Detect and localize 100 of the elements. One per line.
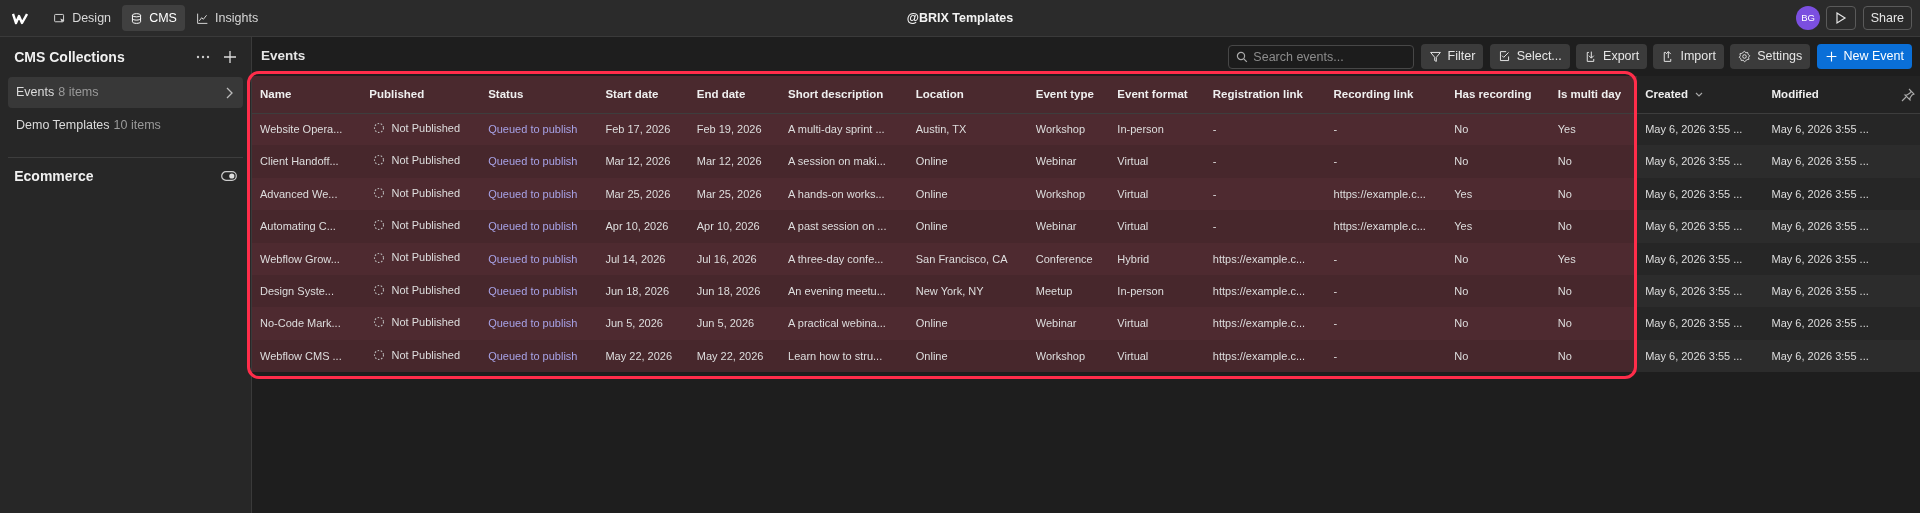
column-header[interactable]: End date <box>688 76 781 113</box>
column-header[interactable]: Recording link <box>1325 76 1447 113</box>
toolbar-button[interactable]: Filter <box>1420 44 1484 69</box>
table-cell-text: Not Published <box>391 315 461 331</box>
status-text: Queued to publish <box>488 252 578 265</box>
table-cell: Virtual <box>1109 177 1205 211</box>
status-text: Queued to publish <box>488 317 578 330</box>
column-header[interactable]: Is multi day <box>1549 76 1638 113</box>
column-header[interactable]: Published <box>361 76 481 113</box>
table-cell: No <box>1446 339 1550 373</box>
table-cell: May 6, 2026 3:55 ... <box>1637 210 1764 243</box>
column-header[interactable]: Short description <box>780 76 908 113</box>
table-cell: May 6, 2026 3:55 ... <box>1763 210 1890 243</box>
column-header[interactable]: Event type <box>1027 76 1110 113</box>
table-cell: Apr 10, 2026 <box>688 210 781 243</box>
share-button[interactable]: Share <box>1862 6 1912 30</box>
database-icon <box>130 11 144 25</box>
column-header[interactable]: Has recording <box>1446 76 1550 113</box>
table-cell: Automating C... <box>252 210 362 243</box>
nav-tab[interactable]: CMS <box>122 4 185 32</box>
table-cell: A multi-day sprint ... <box>780 113 908 146</box>
column-header[interactable]: Start date <box>597 76 689 113</box>
table-cell: Jun 18, 2026 <box>688 274 781 308</box>
table-cell: A hands-on works... <box>780 177 908 211</box>
table-cell: In-person <box>1109 274 1205 308</box>
table-cell: Virtual <box>1109 145 1205 178</box>
user-avatar[interactable]: BG <box>1796 6 1821 30</box>
toolbar-button[interactable]: Settings <box>1730 44 1811 69</box>
nav-tab[interactable]: Insights <box>188 4 267 32</box>
table-cell: - <box>1325 274 1447 308</box>
table-cell: Webinar <box>1027 307 1110 340</box>
table-cell: May 6, 2026 3:55 ... <box>1637 307 1764 340</box>
checkbox-icon <box>1497 50 1511 63</box>
collection-item[interactable]: Demo Templates 10 items <box>8 110 243 141</box>
status-text: Queued to publish <box>488 349 578 362</box>
collection-title: Events <box>261 47 306 66</box>
column-header[interactable]: Event format <box>1109 76 1205 113</box>
table-cell: May 6, 2026 3:55 ... <box>1637 177 1764 211</box>
collection-item[interactable]: Events 8 items <box>8 77 243 108</box>
dashed-circle-icon <box>373 122 386 135</box>
table-cell: https://example.c... <box>1325 210 1447 243</box>
table-cell: Webflow Grow... <box>252 242 362 275</box>
column-header[interactable]: Registration link <box>1204 76 1326 113</box>
column-header[interactable]: Modified <box>1763 76 1890 113</box>
status-text: Queued to publish <box>488 155 578 168</box>
table-cell: - <box>1325 339 1447 373</box>
toolbar-button[interactable]: New Event <box>1816 44 1912 69</box>
table-cell: - <box>1325 307 1447 340</box>
dashed-circle-icon <box>373 284 386 296</box>
table-cell: Jul 14, 2026 <box>597 242 689 275</box>
toolbar-button[interactable]: Select... <box>1489 44 1570 69</box>
table-cell: May 6, 2026 3:55 ... <box>1763 307 1890 340</box>
column-header[interactable]: Status <box>480 76 598 113</box>
table-cell-text: Not Published <box>391 250 461 266</box>
logo-icon <box>12 11 28 25</box>
dashed-circle-icon <box>373 251 386 264</box>
toolbar-button[interactable]: Export <box>1576 44 1648 69</box>
table-cell: In-person <box>1109 113 1205 146</box>
table-cell: No <box>1446 145 1550 178</box>
table-cell-text: Not Published <box>391 153 461 169</box>
site-title: @BRIX Templates <box>906 9 1014 27</box>
table-cell: New York, NY <box>907 274 1028 308</box>
table-cell: May 6, 2026 3:55 ... <box>1763 339 1890 373</box>
table-cell: https://example.c... <box>1204 274 1326 308</box>
column-header[interactable]: Created <box>1645 85 1688 103</box>
search-icon <box>1236 50 1249 63</box>
table-cell: Mar 12, 2026 <box>688 145 781 178</box>
column-header[interactable]: Name <box>252 76 362 113</box>
table-cell: Virtual <box>1109 210 1205 243</box>
table-cell: - <box>1204 145 1326 178</box>
table-cell: A practical webina... <box>780 307 908 340</box>
table-cell-text: Not Published <box>391 185 461 201</box>
table-cell: Online <box>907 339 1028 373</box>
table-cell: https://example.c... <box>1325 177 1447 211</box>
table-cell: A past session on ... <box>780 210 908 243</box>
table-cell: Hybrid <box>1109 242 1205 275</box>
table-cell: May 6, 2026 3:55 ... <box>1763 274 1890 308</box>
table-cell: - <box>1325 242 1447 275</box>
table-cell: Apr 10, 2026 <box>597 210 689 243</box>
preview-button[interactable] <box>1826 6 1857 30</box>
table-cell: Workshop <box>1027 339 1110 373</box>
table-cell: Online <box>907 307 1028 340</box>
status-text: Queued to publish <box>488 123 578 136</box>
table-cell: No <box>1446 113 1550 146</box>
table-cell: Jun 5, 2026 <box>597 307 689 340</box>
status-text: Queued to publish <box>488 187 578 200</box>
table-cell: Meetup <box>1027 274 1110 308</box>
table-cell: May 6, 2026 3:55 ... <box>1637 145 1764 178</box>
table-cell: May 6, 2026 3:55 ... <box>1637 113 1764 146</box>
column-header[interactable]: Location <box>907 76 1028 113</box>
toolbar-button[interactable]: Import <box>1653 44 1724 69</box>
table-cell: Yes <box>1446 210 1550 243</box>
nav-tab[interactable]: Design <box>45 4 120 32</box>
plus-icon <box>1824 50 1838 63</box>
table-cell: Webflow CMS ... <box>252 339 362 373</box>
status-text: Queued to publish <box>488 220 578 233</box>
table-cell: - <box>1204 177 1326 211</box>
search-field[interactable]: Search events... <box>1228 44 1415 69</box>
table-cell: Virtual <box>1109 339 1205 373</box>
table-cell: Mar 25, 2026 <box>688 177 781 211</box>
